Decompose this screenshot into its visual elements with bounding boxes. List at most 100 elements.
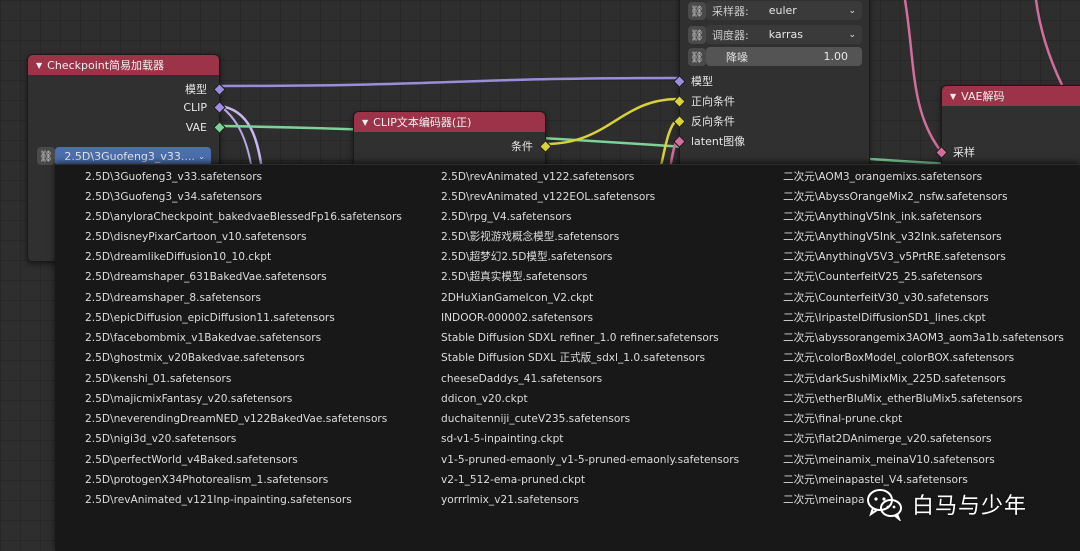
output-model-socket[interactable] [213, 82, 226, 96]
dropdown-item[interactable]: sd-v1-5-inpainting.ckpt [441, 429, 563, 449]
dropdown-item[interactable]: 二次元\colorBoxModel_colorBOX.safetensors [783, 348, 1014, 368]
dropdown-item[interactable]: 2.5D\ghostmix_v20Bakedvae.safetensors [85, 348, 305, 368]
dropdown-item[interactable]: 2.5D\protogenX34Photorealism_1.safetenso… [85, 470, 328, 490]
dropdown-item[interactable]: 2.5D\neverendingDreamNED_v122BakedVae.sa… [85, 409, 387, 429]
output-clip[interactable]: CLIP [183, 101, 226, 114]
dropdown-item[interactable]: 2.5D\dreamshaper_631BakedVae.safetensors [85, 267, 327, 287]
dropdown-item[interactable]: 2.5D\perfectWorld_v4Baked.safetensors [85, 450, 298, 470]
dropdown-item[interactable]: 二次元\darkSushiMixMix_225D.safetensors [783, 369, 1006, 389]
dropdown-item[interactable]: 二次元\CounterfeitV30_v30.safetensors [783, 288, 989, 308]
input-negative[interactable]: 反向条件 [673, 113, 735, 129]
dropdown-item[interactable]: 2.5D\3Guofeng3_v33.safetensors [85, 167, 262, 187]
dropdown-item[interactable]: 2.5D\nigi3d_v20.safetensors [85, 429, 236, 449]
dropdown-item[interactable]: 二次元\abyssorangemix3AOM3_aom3a1b.safetens… [783, 328, 1064, 348]
chevron-down-icon: ⌄ [848, 29, 856, 40]
clip-node-title: CLIP文本编码器(正) [373, 116, 472, 129]
link-icon[interactable]: ⛓ [37, 147, 55, 165]
output-conditioning-socket[interactable] [539, 139, 552, 153]
output-model[interactable]: 模型 [185, 81, 226, 97]
dropdown-item[interactable]: 二次元\meinapa [783, 490, 865, 510]
clip-text-encode-node[interactable]: ▼ CLIP文本编码器(正) 条件 [353, 111, 552, 171]
input-latent-label: latent图像 [691, 135, 746, 148]
dropdown-item[interactable]: yorrrlmix_v21.safetensors [441, 490, 579, 510]
chevron-down-icon: ⌄ [848, 5, 856, 16]
sampler-label: 采样器: [712, 4, 749, 18]
denoise-label: 降噪 [726, 50, 748, 64]
input-positive-socket[interactable] [673, 94, 686, 108]
scheduler-select[interactable]: 调度器: karras ⌄ [706, 25, 862, 44]
dropdown-item[interactable]: INDOOR-000002.safetensors [441, 308, 593, 328]
dropdown-item[interactable]: Stable Diffusion SDXL refiner_1.0 refine… [441, 328, 719, 348]
dropdown-item[interactable]: 2.5D\rpg_V4.safetensors [441, 207, 572, 227]
dropdown-item[interactable]: 2.5D\3Guofeng3_v34.safetensors [85, 187, 262, 207]
input-samples-label: 采样 [953, 146, 975, 159]
vae-decode-node[interactable]: ▼ VAE解码 采样 [935, 85, 1080, 170]
wechat-icon [866, 487, 904, 523]
dropdown-item[interactable]: 2.5D\revAnimated_v121Inp-inpainting.safe… [85, 490, 352, 510]
input-samples[interactable]: 采样 [935, 144, 975, 160]
dropdown-item[interactable]: 二次元\AnythingV5Ink_v32Ink.safetensors [783, 227, 1002, 247]
dropdown-item[interactable]: duchaitenniji_cuteV235.safetensors [441, 409, 630, 429]
output-conditioning[interactable]: 条件 [511, 138, 552, 154]
dropdown-item[interactable]: 二次元\flat2DAnimerge_v20.safetensors [783, 429, 991, 449]
vae-node-header[interactable]: ▼ VAE解码 [942, 86, 1080, 106]
dropdown-item[interactable]: 2.5D\超梦幻2.5D模型.safetensors [441, 247, 612, 267]
dropdown-item[interactable]: 2DHuXianGameIcon_V2.ckpt [441, 288, 593, 308]
wire-model [219, 76, 679, 88]
dropdown-item[interactable]: 2.5D\facebombmix_v1Bakedvae.safetensors [85, 328, 321, 348]
wire-clip-1 [219, 104, 264, 171]
dropdown-item[interactable]: 二次元\final-prune.ckpt [783, 409, 902, 429]
wire-pink-right [1034, 0, 1064, 86]
dropdown-item[interactable]: 二次元\IripastelDiffusionSD1_lines.ckpt [783, 308, 986, 328]
input-samples-socket[interactable] [935, 145, 948, 159]
dropdown-item[interactable]: 二次元\AOM3_orangemixs.safetensors [783, 167, 982, 187]
input-model-socket[interactable] [673, 74, 686, 88]
ksampler-node[interactable]: ⛓ 采样器: euler ⌄ ⛓ 调度器: karras ⌄ ⛓ 降噪 1.00… [673, 0, 870, 170]
collapse-chevron-icon[interactable]: ▼ [950, 92, 956, 101]
dropdown-item[interactable]: 二次元\AnythingV5V3_v5PrtRE.safetensors [783, 247, 1006, 267]
dropdown-item[interactable]: 二次元\CounterfeitV25_25.safetensors [783, 267, 982, 287]
clip-node-header[interactable]: ▼ CLIP文本编码器(正) [354, 112, 545, 132]
output-vae-label: VAE [185, 121, 207, 134]
input-positive[interactable]: 正向条件 [673, 93, 735, 109]
dropdown-item[interactable]: Stable Diffusion SDXL 正式版_sdxl_1.0.safet… [441, 348, 705, 368]
output-clip-socket[interactable] [213, 101, 226, 114]
link-icon[interactable]: ⛓ [688, 26, 706, 44]
input-latent-socket[interactable] [673, 134, 686, 148]
input-model[interactable]: 模型 [673, 73, 713, 89]
checkpoint-node-header[interactable]: ▼ Checkpoint简易加载器 [28, 55, 219, 75]
dropdown-item[interactable]: 2.5D\dreamshaper_8.safetensors [85, 288, 261, 308]
dropdown-item[interactable]: 2.5D\revAnimated_v122.safetensors [441, 167, 634, 187]
dropdown-item[interactable]: 2.5D\disneyPixarCartoon_v10.safetensors [85, 227, 307, 247]
output-vae[interactable]: VAE [185, 121, 226, 134]
dropdown-item[interactable]: 2.5D\dreamlikeDiffusion10_10.ckpt [85, 247, 271, 267]
sampler-select[interactable]: 采样器: euler ⌄ [706, 1, 862, 20]
dropdown-item[interactable]: 2.5D\anyloraCheckpoint_bakedvaeBlessedFp… [85, 207, 402, 227]
link-icon[interactable]: ⛓ [688, 2, 706, 20]
dropdown-item[interactable]: ddicon_v20.ckpt [441, 389, 528, 409]
dropdown-item[interactable]: 2.5D\kenshi_01.safetensors [85, 369, 231, 389]
dropdown-item[interactable]: 2.5D\majicmixFantasy_v20.safetensors [85, 389, 292, 409]
link-icon[interactable]: ⛓ [688, 48, 706, 66]
dropdown-item[interactable]: 二次元\AbyssOrangeMix2_nsfw.safetensors [783, 187, 1008, 207]
dropdown-item[interactable]: 2.5D\revAnimated_v122EOL.safetensors [441, 187, 655, 207]
input-model-label: 模型 [691, 75, 713, 88]
wire-clip-2 [219, 105, 253, 171]
dropdown-item[interactable]: cheeseDaddys_41.safetensors [441, 369, 602, 389]
dropdown-item[interactable]: v2-1_512-ema-pruned.ckpt [441, 470, 585, 490]
dropdown-item[interactable]: v1-5-pruned-emaonly_v1-5-pruned-emaonly.… [441, 450, 739, 470]
dropdown-item[interactable]: 2.5D\影视游戏概念模型.safetensors [441, 227, 619, 247]
denoise-slider[interactable]: 降噪 1.00 [706, 47, 862, 66]
output-vae-socket[interactable] [213, 121, 226, 134]
collapse-chevron-icon[interactable]: ▼ [36, 61, 42, 70]
collapse-chevron-icon[interactable]: ▼ [362, 118, 368, 127]
wire-pink-top [903, 0, 942, 151]
watermark: 白马与少年 [866, 484, 1066, 524]
dropdown-item[interactable]: 二次元\meinamix_meinaV10.safetensors [783, 450, 995, 470]
dropdown-item[interactable]: 二次元\etherBluMix_etherBluMix5.safetensors [783, 389, 1022, 409]
dropdown-item[interactable]: 二次元\AnythingV5Ink_ink.safetensors [783, 207, 982, 227]
input-latent[interactable]: latent图像 [673, 133, 746, 149]
dropdown-item[interactable]: 2.5D\超真实模型.safetensors [441, 267, 587, 287]
input-negative-socket[interactable] [673, 114, 686, 128]
dropdown-item[interactable]: 2.5D\epicDiffusion_epicDiffusion11.safet… [85, 308, 335, 328]
